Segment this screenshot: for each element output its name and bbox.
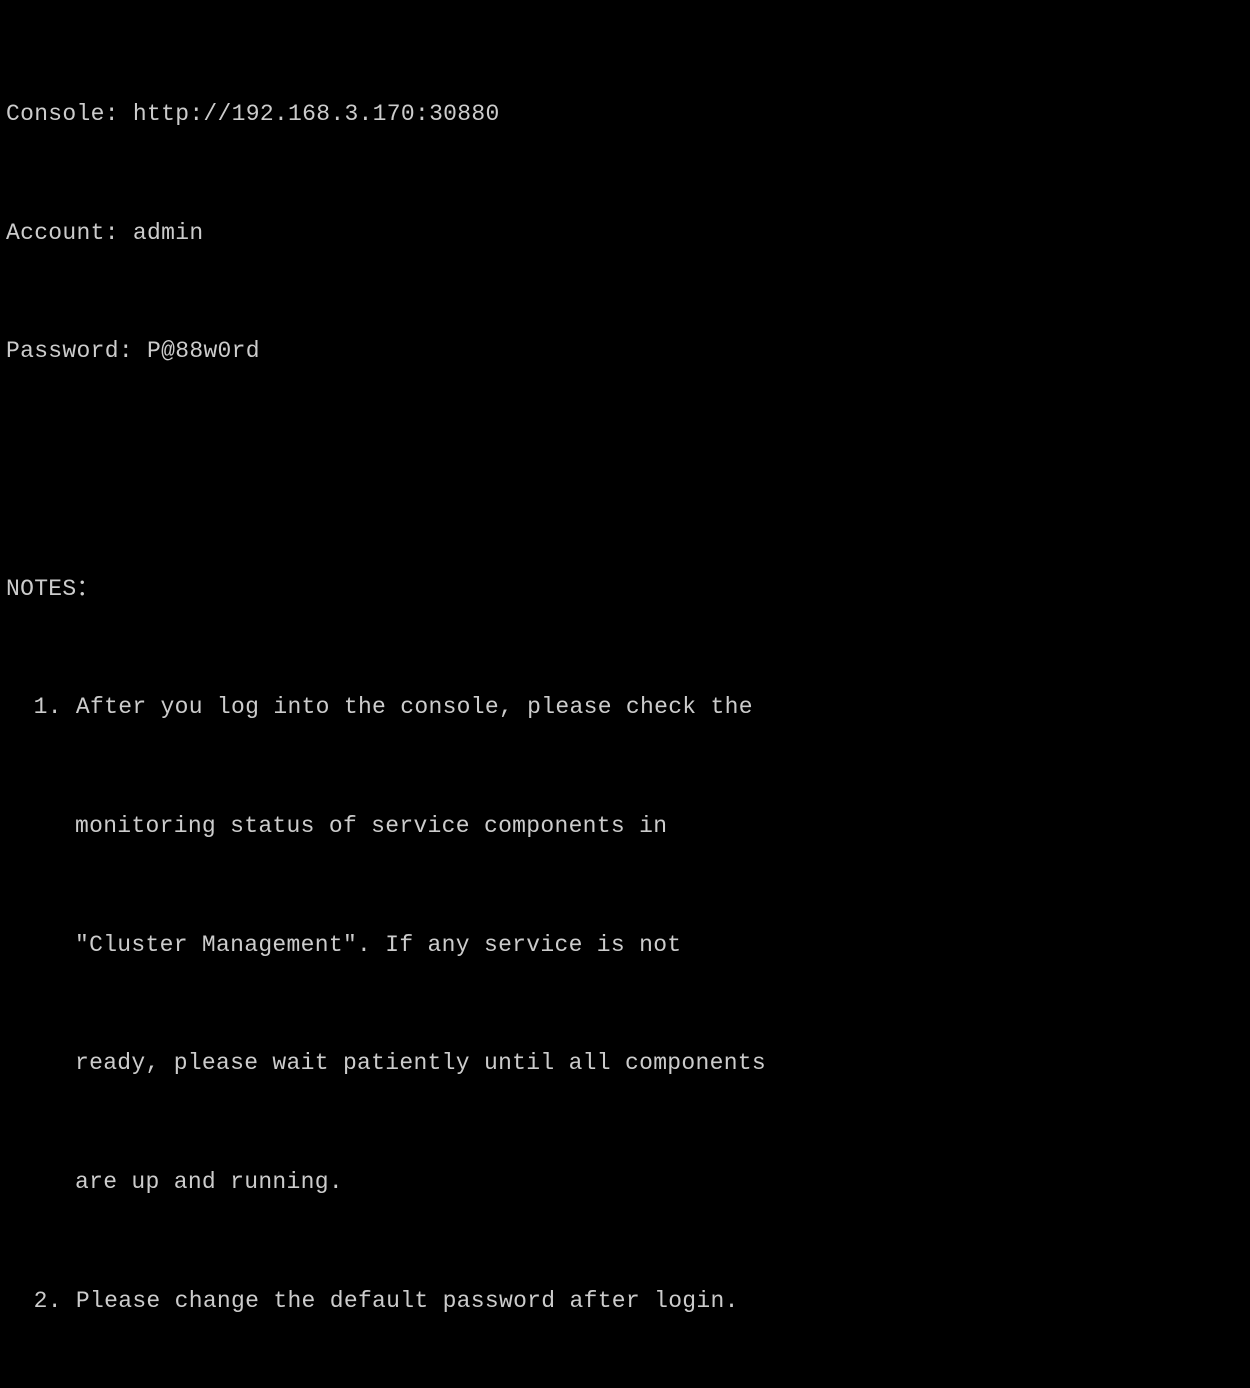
note-1-line-3: "Cluster Management". If any service is …: [6, 926, 1244, 966]
note-1-prefix: 1.: [34, 694, 76, 720]
note-1-line-4: ready, please wait patiently until all c…: [6, 1044, 1244, 1084]
blank-line: [6, 451, 1244, 491]
note-1-line-1: 1. After you log into the console, pleas…: [6, 688, 1244, 728]
password-value: P@88w0rd: [147, 338, 260, 364]
account-info-line: Account: admin: [6, 214, 1244, 254]
password-info-line: Password: P@88w0rd: [6, 332, 1244, 372]
note-2-text-1: Please change the default password after…: [76, 1288, 739, 1314]
password-label: Password:: [6, 338, 147, 364]
terminal-output[interactable]: Console: http://192.168.3.170:30880 Acco…: [6, 16, 1244, 1388]
note-1-line-2: monitoring status of service components …: [6, 807, 1244, 847]
account-label: Account:: [6, 220, 133, 246]
note-1-line-5: are up and running.: [6, 1163, 1244, 1203]
account-value: admin: [133, 220, 204, 246]
console-label: Console:: [6, 101, 133, 127]
note-2-prefix: 2.: [34, 1288, 76, 1314]
notes-header: NOTES：: [6, 570, 1244, 610]
note-1-text-1: After you log into the console, please c…: [76, 694, 753, 720]
console-info-line: Console: http://192.168.3.170:30880: [6, 95, 1244, 135]
note-2-line-1: 2. Please change the default password af…: [6, 1282, 1244, 1322]
console-url: http://192.168.3.170:30880: [133, 101, 500, 127]
